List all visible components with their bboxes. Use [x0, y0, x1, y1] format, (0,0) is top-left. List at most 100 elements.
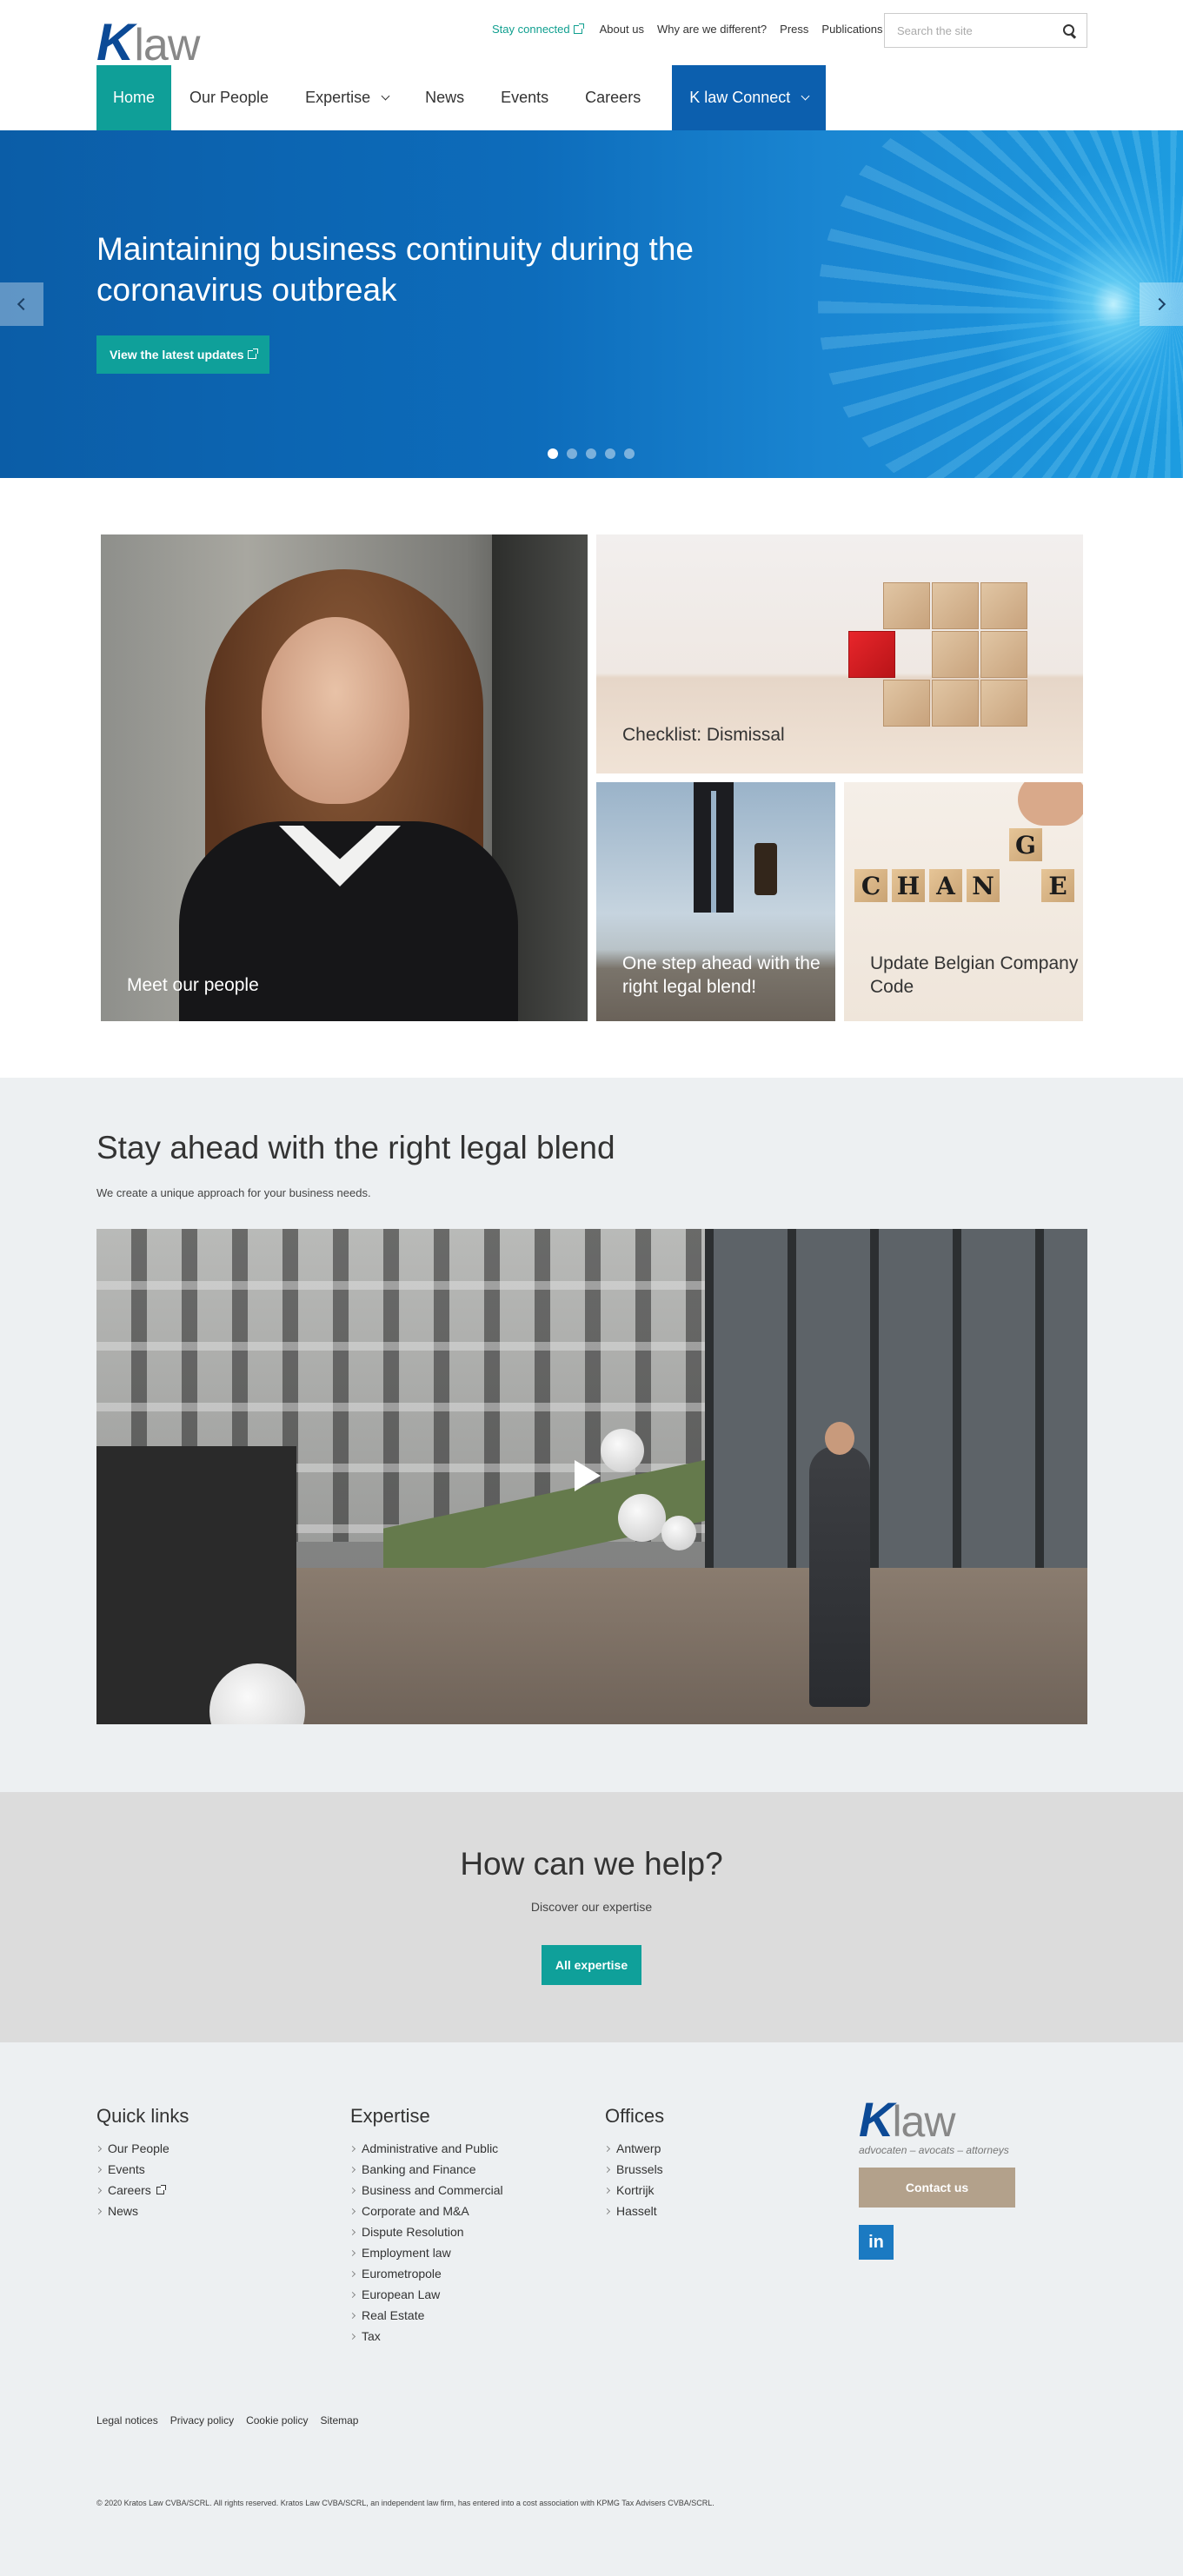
logo-law: law [134, 20, 200, 70]
footer-link-careers[interactable]: Careers [95, 2180, 189, 2201]
help-section: How can we help? Discover our expertise … [0, 1792, 1183, 2042]
chevron-right-icon [349, 2208, 356, 2214]
chevron-left-icon [17, 297, 30, 311]
footer-expertise-link[interactable]: Business and Commercial [349, 2180, 503, 2201]
chevron-right-icon [349, 2166, 356, 2173]
chevron-right-icon [349, 2187, 356, 2194]
video-player[interactable] [96, 1229, 1087, 1724]
all-expertise-button[interactable]: All expertise [542, 1945, 641, 1985]
carousel-next-button[interactable] [1140, 282, 1183, 326]
privacy-policy-link[interactable]: Privacy policy [170, 2414, 234, 2427]
footer-offices: Offices Antwerp Brussels Kortrijk Hasselt [603, 2105, 664, 2221]
footer-office-link[interactable]: Brussels [603, 2159, 664, 2180]
link-label: Kortrijk [616, 2183, 655, 2197]
view-latest-updates-button[interactable]: View the latest updates [96, 335, 269, 374]
why-different-link[interactable]: Why are we different? [657, 23, 767, 36]
carousel-dot-1[interactable] [548, 448, 558, 459]
legal-notices-link[interactable]: Legal notices [96, 2414, 158, 2427]
carousel-dot-2[interactable] [567, 448, 577, 459]
nav-our-people[interactable]: Our People [171, 65, 287, 130]
video-sphere [661, 1516, 696, 1550]
search-input[interactable] [897, 23, 1062, 37]
nav-klaw-connect[interactable]: K law Connect [672, 65, 827, 130]
video-man [809, 1422, 870, 1707]
help-title: How can we help? [460, 1846, 723, 1882]
feature-tiles: Meet our people Checklist: Dismissal One… [101, 534, 1083, 1021]
footer-office-link[interactable]: Kortrijk [603, 2180, 664, 2201]
chevron-right-icon [603, 2145, 611, 2152]
footer-expertise-link[interactable]: Dispute Resolution [349, 2221, 503, 2242]
footer-expertise-link[interactable]: Eurometropole [349, 2263, 503, 2284]
press-link[interactable]: Press [780, 23, 808, 36]
carousel-prev-button[interactable] [0, 282, 43, 326]
help-subtitle: Discover our expertise [530, 1900, 653, 1914]
about-us-link[interactable]: About us [600, 23, 644, 36]
tile-caption: Update Belgian Company Code [870, 953, 1079, 997]
photo-face [262, 617, 409, 804]
link-label: Tax [362, 2329, 381, 2343]
chevron-right-icon [349, 2270, 356, 2277]
video-sphere [618, 1494, 666, 1542]
publications-link[interactable]: Publications [821, 23, 882, 36]
letter-block: A [929, 869, 962, 902]
external-link-icon [573, 23, 584, 34]
offices-list: Antwerp Brussels Kortrijk Hasselt [603, 2138, 664, 2221]
nav-careers[interactable]: Careers [567, 65, 659, 130]
letter-gap [1004, 869, 1037, 902]
wood-block [932, 582, 979, 629]
linkedin-icon[interactable]: in [859, 2225, 894, 2260]
link-label: Corporate and M&A [362, 2204, 469, 2218]
footer-expertise-link[interactable]: Tax [349, 2326, 503, 2347]
chevron-right-icon [1153, 297, 1166, 311]
cta-label: View the latest updates [110, 348, 244, 362]
nav-expertise[interactable]: Expertise [287, 65, 407, 130]
footer-expertise-link[interactable]: Real Estate [349, 2305, 503, 2326]
chevron-right-icon [95, 2208, 103, 2214]
search-icon[interactable] [1062, 23, 1076, 37]
external-link-icon [156, 2184, 166, 2194]
stay-connected-link[interactable]: Stay connected [492, 23, 584, 36]
sitemap-link[interactable]: Sitemap [320, 2414, 358, 2427]
tile-meet-our-people[interactable]: Meet our people [101, 534, 588, 1021]
footer-office-link[interactable]: Antwerp [603, 2138, 664, 2159]
letter-block: C [854, 869, 887, 902]
nav-home[interactable]: Home [96, 65, 172, 130]
nav-news[interactable]: News [407, 65, 482, 130]
carousel-dots [548, 448, 635, 459]
footer-office-link[interactable]: Hasselt [603, 2201, 664, 2221]
footer-link-news[interactable]: News [95, 2201, 189, 2221]
footer-link-events[interactable]: Events [95, 2159, 189, 2180]
wood-block [980, 631, 1027, 678]
video-sphere [601, 1429, 644, 1472]
photo-hand [1018, 782, 1083, 826]
play-icon[interactable] [575, 1460, 601, 1491]
nav-events[interactable]: Events [482, 65, 567, 130]
carousel-dot-5[interactable] [624, 448, 635, 459]
carousel-dot-4[interactable] [605, 448, 615, 459]
carousel-dot-3[interactable] [586, 448, 596, 459]
tile-one-step-ahead[interactable]: One step ahead with the right legal blen… [596, 782, 835, 1021]
footer-logo[interactable]: Klaw advocaten – avocats – attorneys [859, 2091, 1009, 2156]
footer-expertise-link[interactable]: European Law [349, 2284, 503, 2305]
klaw-logo[interactable]: K law [96, 12, 200, 72]
footer-expertise-link[interactable]: Corporate and M&A [349, 2201, 503, 2221]
chevron-right-icon [349, 2333, 356, 2340]
footer-expertise-link[interactable]: Employment law [349, 2242, 503, 2263]
chevron-down-icon [801, 91, 810, 100]
footer-expertise-link[interactable]: Banking and Finance [349, 2159, 503, 2180]
cookie-policy-link[interactable]: Cookie policy [246, 2414, 308, 2427]
footer-link-our-people[interactable]: Our People [95, 2138, 189, 2159]
nav-expertise-label: Expertise [305, 89, 371, 106]
tile-caption: One step ahead with the right legal blen… [622, 953, 821, 997]
link-label: Real Estate [362, 2308, 425, 2322]
link-label: Antwerp [616, 2141, 661, 2155]
chevron-right-icon [95, 2166, 103, 2173]
contact-us-button[interactable]: Contact us [859, 2168, 1015, 2208]
tile-checklist-dismissal[interactable]: Checklist: Dismissal [596, 534, 1083, 773]
chevron-right-icon [349, 2145, 356, 2152]
footer-expertise-link[interactable]: Administrative and Public [349, 2138, 503, 2159]
expertise-list: Administrative and Public Banking and Fin… [349, 2138, 503, 2347]
link-label: Business and Commercial [362, 2183, 503, 2197]
tile-belgian-company-code[interactable]: C H A N E G Update Belgian Company Code [844, 782, 1083, 1021]
wood-block [932, 680, 979, 727]
